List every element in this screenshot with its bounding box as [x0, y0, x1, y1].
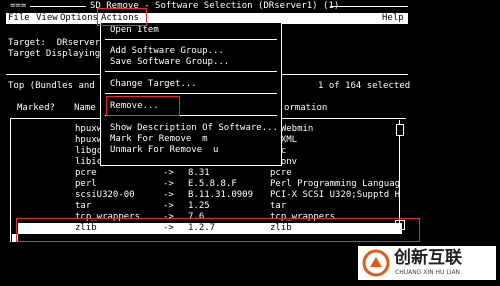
- row-arrow: ->: [163, 168, 174, 178]
- row-name: pcre: [75, 168, 97, 178]
- column-name[interactable]: Name: [74, 103, 96, 114]
- column-information[interactable]: ormation: [284, 103, 327, 114]
- row-name: tar: [75, 201, 92, 211]
- scroll-track: [399, 120, 400, 232]
- row-revision: E.5.8.8.F: [188, 179, 237, 189]
- scroll-thumb[interactable]: [396, 124, 404, 136]
- table-row[interactable]: scsiU320-00 -> B.11.31.0909 PCI-X SCSI U…: [10, 190, 407, 201]
- row-name: hpuxw: [75, 124, 103, 134]
- watermark-logo: 创新互联 CHUANG XIN HU LIAN: [358, 246, 496, 280]
- highlight-remove: [106, 96, 180, 116]
- row-info: tar: [270, 201, 287, 211]
- menu-item-unmark-remove[interactable]: Unmark For Remove u: [110, 145, 218, 156]
- selection-count: 1 of 164 selected: [318, 81, 411, 91]
- top-level-label: Top (Bundles and P: [8, 81, 106, 91]
- menu-options[interactable]: Options: [60, 13, 98, 24]
- row-name: libic: [75, 157, 103, 167]
- watermark-brand: 创新互联: [394, 248, 462, 268]
- row-name: perl: [75, 179, 97, 189]
- highlight-actions: [97, 8, 147, 26]
- row-arrow: ->: [163, 179, 174, 189]
- menu-help[interactable]: Help: [382, 13, 404, 24]
- menu-separator: [105, 39, 277, 40]
- row-name: hpuxw: [75, 135, 103, 145]
- menu-view[interactable]: View: [36, 13, 58, 24]
- row-arrow: ->: [163, 190, 174, 200]
- target-displaying: Target Displaying: [8, 49, 101, 59]
- table-row[interactable]: perl -> E.5.8.8.F Perl Programming Langu…: [10, 179, 407, 190]
- menu-item-show-description[interactable]: Show Description Of Software...: [110, 123, 278, 134]
- menu-item-mark-remove[interactable]: Mark For Remove m: [110, 134, 208, 145]
- watermark-subtitle: CHUANG XIN HU LIAN: [395, 269, 461, 276]
- row-info: Perl Programming Languag: [270, 179, 401, 189]
- column-marked[interactable]: Marked?: [17, 103, 55, 114]
- title-rule-left: [30, 6, 86, 7]
- row-revision: 1.25: [188, 201, 210, 211]
- target-label: Target: DRserver1: [8, 38, 106, 48]
- row-revision: B.11.31.0909: [188, 190, 254, 200]
- table-row[interactable]: pcre -> 8.31 pcre: [10, 168, 407, 179]
- menu-item-open-item[interactable]: Open Item: [110, 25, 159, 36]
- row-info: PCI-X SCSI U320;Supptd H: [270, 190, 401, 200]
- logo-mark-icon: [362, 249, 390, 277]
- title-rule-right: [330, 6, 408, 7]
- menu-separator: [105, 93, 277, 94]
- row-revision: 8.31: [188, 168, 210, 178]
- window-control[interactable]: ===: [10, 1, 26, 12]
- menu-item-change-target[interactable]: Change Target...: [110, 79, 197, 90]
- row-name: libgc: [75, 146, 103, 156]
- row-info: pcre: [270, 168, 292, 178]
- highlight-selected-row: [16, 218, 420, 242]
- row-name: scsiU320-00: [75, 190, 135, 200]
- table-row[interactable]: tar -> 1.25 tar: [10, 201, 407, 212]
- menu-item-save-group[interactable]: Save Software Group...: [110, 57, 229, 68]
- row-arrow: ->: [163, 201, 174, 211]
- menu-separator: [105, 71, 277, 72]
- actions-dropdown: Open Item Add Software Group... Save Sof…: [100, 22, 282, 166]
- menu-item-add-group[interactable]: Add Software Group...: [110, 46, 224, 57]
- menu-file[interactable]: File: [8, 13, 30, 24]
